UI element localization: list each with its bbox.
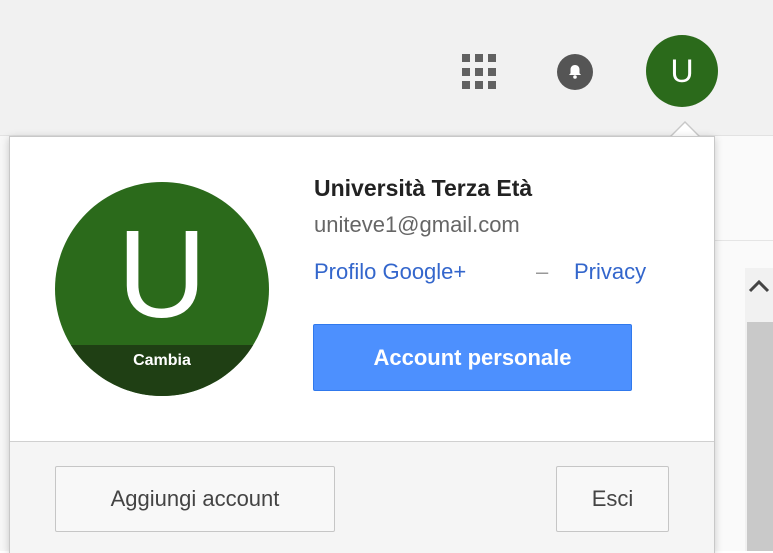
dropdown-footer: Aggiungi account Esci [10,441,714,553]
avatar-letter: U [670,52,694,89]
add-account-button[interactable]: Aggiungi account [55,466,335,532]
account-dropdown: U Cambia Università Terza Età uniteve1@g… [9,136,715,553]
scrollbar-thumb[interactable] [747,322,773,551]
change-photo-label[interactable]: Cambia [55,352,269,370]
top-bar: U [0,0,773,136]
divider [714,240,773,241]
profile-photo[interactable]: U Cambia [55,182,269,396]
apps-grid-icon[interactable] [462,54,498,90]
sign-out-button[interactable]: Esci [556,466,669,532]
profile-photo-letter: U [117,206,207,344]
chevron-up-icon[interactable] [748,274,770,298]
page-background-left [0,136,9,551]
account-avatar-button[interactable]: U [646,35,718,107]
account-name: Università Terza Età [314,175,533,201]
privacy-link[interactable]: Privacy [574,259,646,285]
my-account-button[interactable]: Account personale [313,324,632,391]
link-separator: – [536,259,549,284]
account-email: uniteve1@gmail.com [314,212,520,237]
dropdown-pointer-fill [671,123,699,137]
bell-icon[interactable] [557,54,593,90]
profile-link[interactable]: Profilo Google+ [314,259,466,285]
